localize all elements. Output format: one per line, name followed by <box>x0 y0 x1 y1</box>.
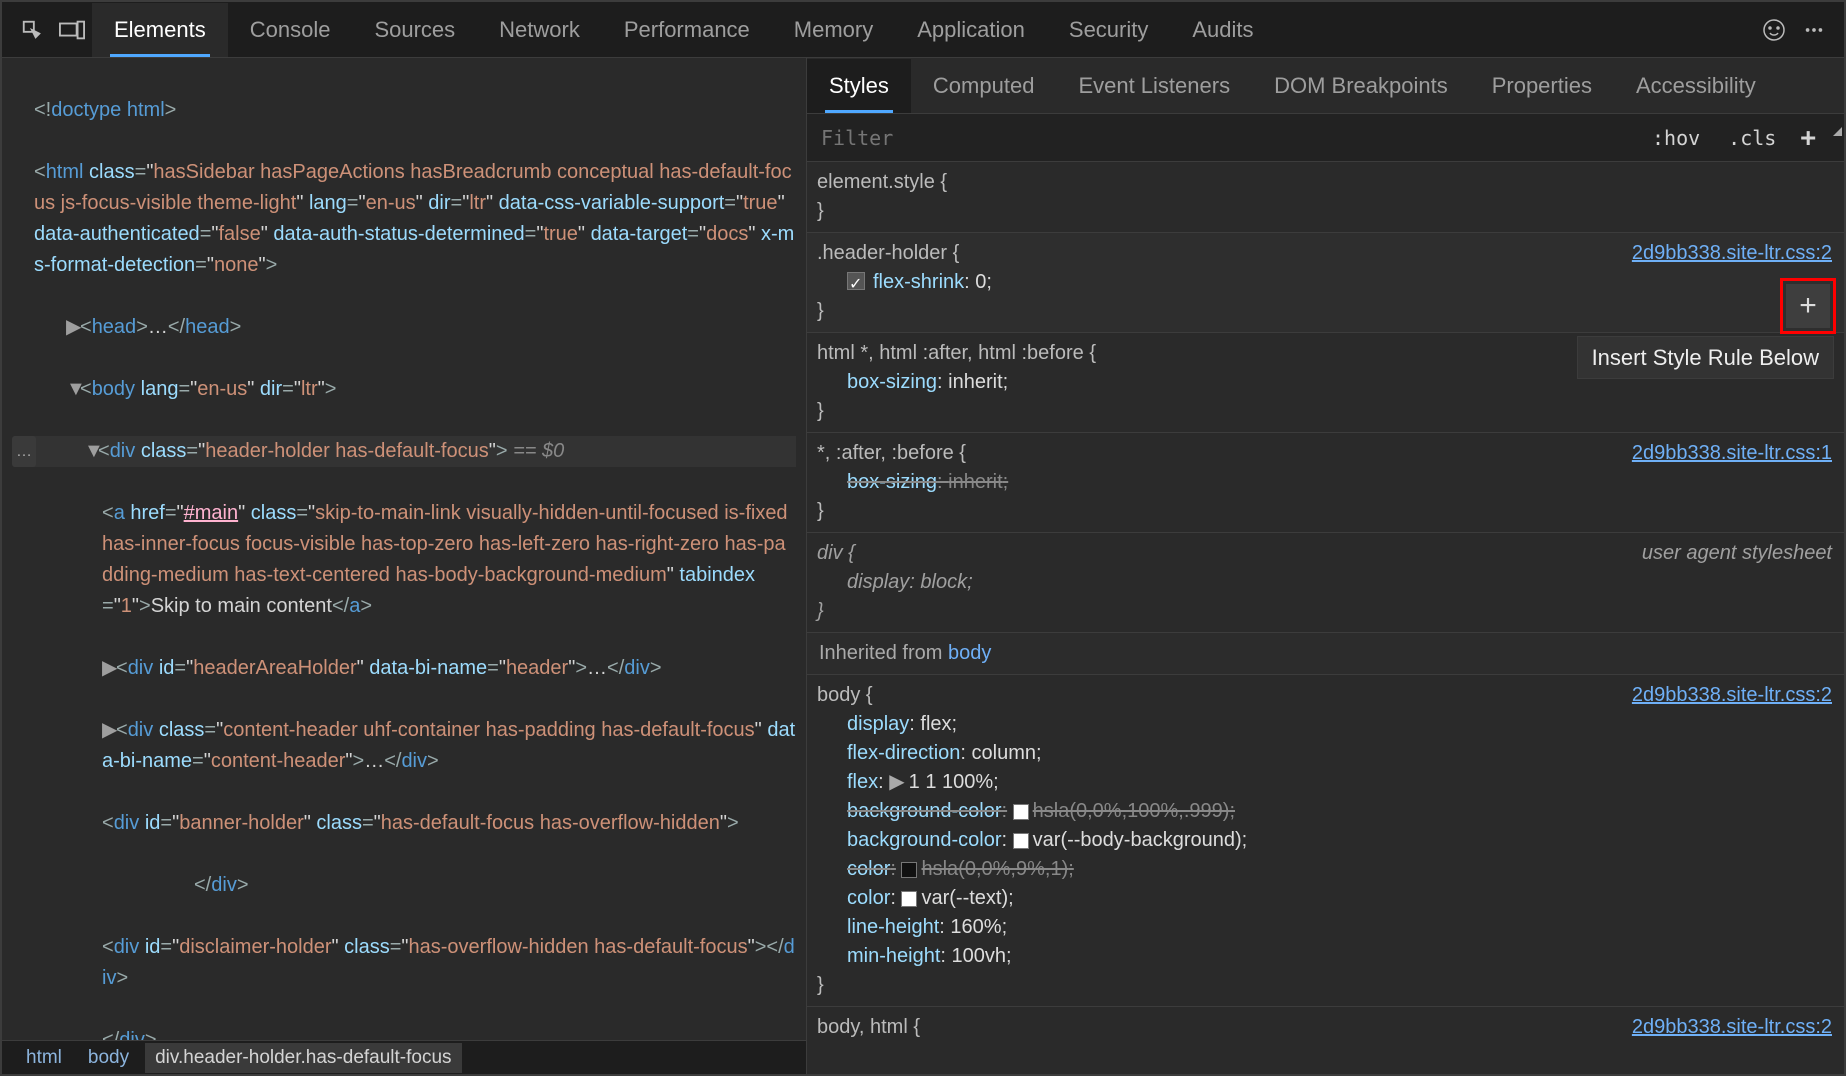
tab-security[interactable]: Security <box>1047 3 1170 57</box>
subtab-computed[interactable]: Computed <box>911 59 1057 113</box>
styles-subtabs: Styles Computed Event Listeners DOM Brea… <box>807 58 1844 114</box>
devtools-top-tabs: Elements Console Sources Network Perform… <box>2 2 1844 58</box>
rule-source-link[interactable]: 2d9bb338.site-ltr.css:2 <box>1632 681 1832 710</box>
inherited-from-bar: Inherited from body <box>807 633 1844 675</box>
rule-body-html[interactable]: 2d9bb338.site-ltr.css:2 body, html { <box>807 1007 1844 1048</box>
color-swatch-icon[interactable] <box>901 862 917 878</box>
inspect-icon[interactable] <box>12 10 52 50</box>
rule-source-link[interactable]: 2d9bb338.site-ltr.css:1 <box>1632 439 1832 468</box>
new-style-rule-button[interactable]: + <box>1790 123 1826 153</box>
color-swatch-icon[interactable] <box>1013 804 1029 820</box>
subtab-accessibility[interactable]: Accessibility <box>1614 59 1778 113</box>
subtab-event-listeners[interactable]: Event Listeners <box>1056 59 1252 113</box>
tooltip-insert-style-rule: Insert Style Rule Below <box>1577 336 1834 379</box>
dom-tree[interactable]: <!doctype html> <html class="hasSidebar … <box>2 58 806 1040</box>
color-swatch-icon[interactable] <box>1013 833 1029 849</box>
rule-element-style[interactable]: element.style { } <box>807 162 1844 233</box>
tab-elements[interactable]: Elements <box>92 3 228 57</box>
tab-network[interactable]: Network <box>477 3 602 57</box>
device-toolbar-icon[interactable] <box>52 10 92 50</box>
tab-performance[interactable]: Performance <box>602 3 772 57</box>
color-swatch-icon[interactable] <box>901 891 917 907</box>
rule-source-link[interactable]: 2d9bb338.site-ltr.css:2 <box>1632 239 1832 268</box>
subtab-dom-breakpoints[interactable]: DOM Breakpoints <box>1252 59 1470 113</box>
subtab-styles[interactable]: Styles <box>807 59 911 113</box>
styles-filter-bar: :hov .cls + <box>807 114 1844 162</box>
rule-body[interactable]: 2d9bb338.site-ltr.css:2 body { display: … <box>807 675 1844 1007</box>
styles-rules-list[interactable]: element.style { } 2d9bb338.site-ltr.css:… <box>807 162 1844 1074</box>
tab-application[interactable]: Application <box>895 3 1047 57</box>
breadcrumb-div[interactable]: div.header-holder.has-default-focus <box>145 1043 461 1073</box>
insert-style-rule-below-button[interactable]: + <box>1786 284 1830 328</box>
breadcrumb-html[interactable]: html <box>16 1043 72 1073</box>
prop-toggle-checkbox[interactable] <box>847 272 865 290</box>
rule-source-link[interactable]: 2d9bb338.site-ltr.css:2 <box>1632 1013 1832 1042</box>
rule-source-ua: user agent stylesheet <box>1642 539 1832 568</box>
more-icon[interactable] <box>1794 10 1834 50</box>
rule-div-ua[interactable]: user agent stylesheet div { display: blo… <box>807 533 1844 633</box>
tab-console[interactable]: Console <box>228 3 353 57</box>
rule-header-holder[interactable]: 2d9bb338.site-ltr.css:2 .header-holder {… <box>807 233 1844 333</box>
breadcrumb-body[interactable]: body <box>78 1043 139 1073</box>
inherited-from-link[interactable]: body <box>948 642 991 664</box>
rule-star-pseudo[interactable]: 2d9bb338.site-ltr.css:1 *, :after, :befo… <box>807 433 1844 533</box>
dom-selected-node[interactable]: …▼<div class="header-holder has-default-… <box>14 436 796 467</box>
feedback-icon[interactable] <box>1754 10 1794 50</box>
tab-sources[interactable]: Sources <box>352 3 477 57</box>
toggle-hov[interactable]: :hov <box>1638 126 1714 150</box>
styles-filter-input[interactable] <box>807 126 1638 150</box>
toggle-cls[interactable]: .cls <box>1714 126 1790 150</box>
tab-memory[interactable]: Memory <box>772 3 895 57</box>
tab-audits[interactable]: Audits <box>1170 3 1275 57</box>
subtab-properties[interactable]: Properties <box>1470 59 1614 113</box>
dom-breadcrumbs[interactable]: html body div.header-holder.has-default-… <box>2 1040 806 1074</box>
